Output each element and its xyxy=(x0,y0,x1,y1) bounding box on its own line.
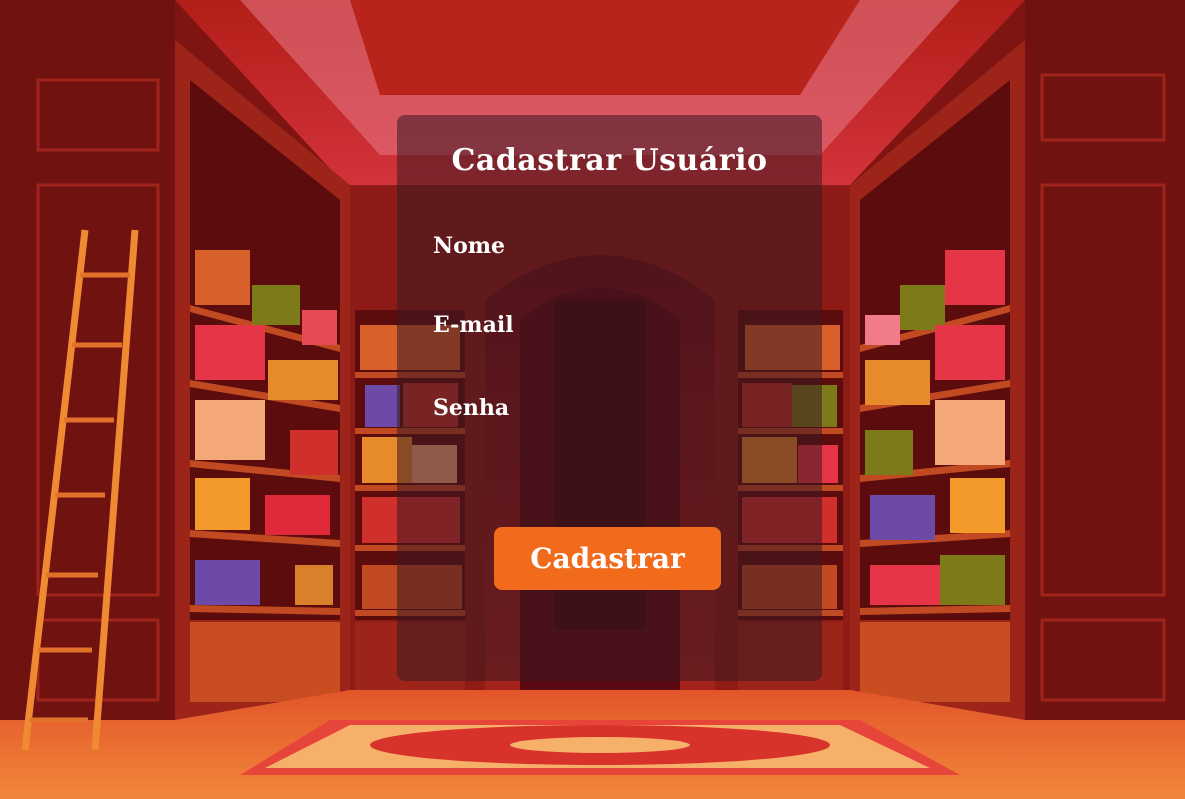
name-input[interactable] xyxy=(433,265,787,295)
email-label: E-mail xyxy=(433,312,514,338)
password-input[interactable] xyxy=(433,427,787,457)
name-label: Nome xyxy=(433,233,506,259)
register-button[interactable]: Cadastrar xyxy=(494,527,721,590)
email-input[interactable] xyxy=(433,343,787,373)
form-title: Cadastrar Usuário xyxy=(451,143,768,178)
password-label: Senha xyxy=(433,395,510,421)
register-card: Cadastrar Usuário Nome E-mail Senha Cada… xyxy=(397,115,822,681)
